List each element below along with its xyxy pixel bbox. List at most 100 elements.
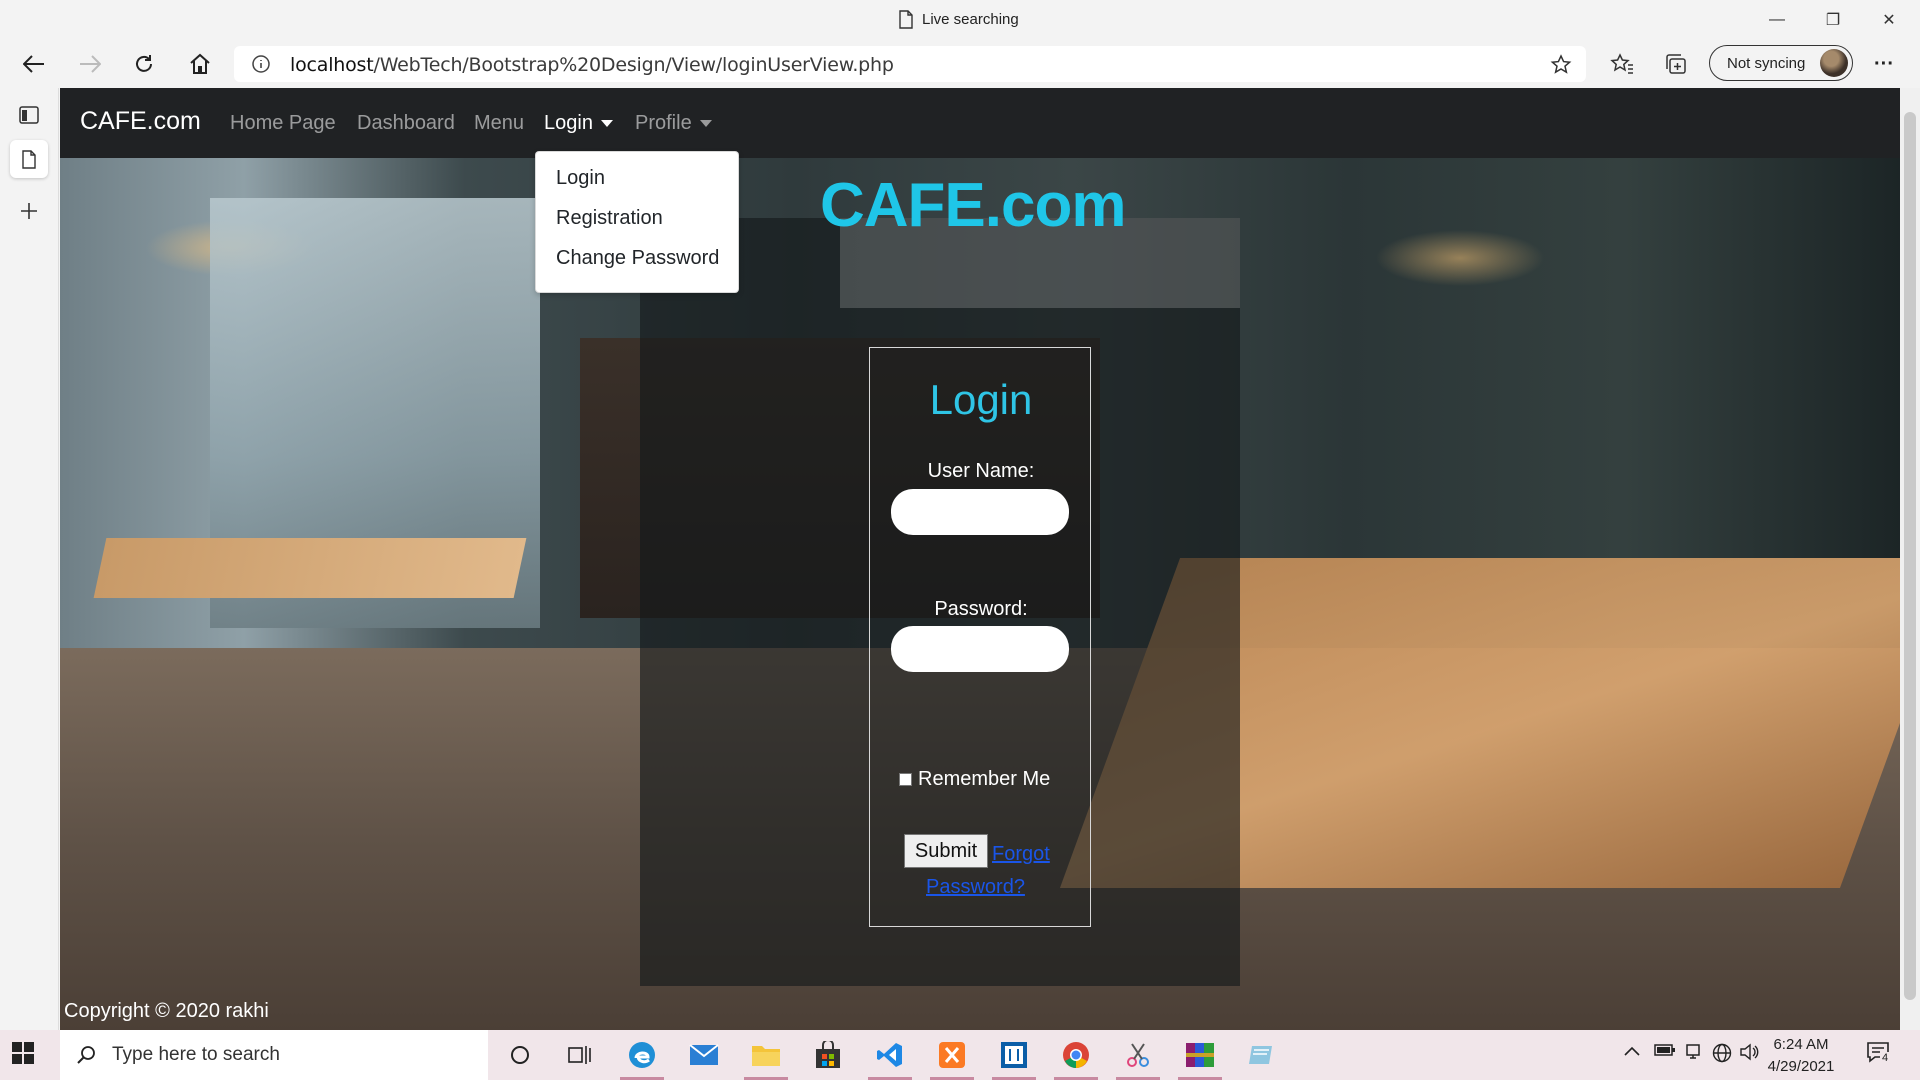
folder-icon xyxy=(752,1046,780,1066)
notification-count: 4 xyxy=(1880,1052,1891,1064)
taskbar-winrar[interactable] xyxy=(1184,1039,1216,1071)
nav-dashboard[interactable]: Dashboard xyxy=(357,112,455,135)
device-button[interactable] xyxy=(1684,1043,1702,1066)
minimize-button[interactable]: — xyxy=(1754,6,1800,34)
restore-button[interactable]: ❐ xyxy=(1810,6,1856,34)
taskbar-chrome[interactable] xyxy=(1060,1039,1092,1071)
back-button[interactable] xyxy=(16,48,52,80)
taskbar-xampp[interactable] xyxy=(936,1039,968,1071)
taskbar-vscode[interactable] xyxy=(874,1039,906,1071)
edge-icon xyxy=(629,1042,655,1068)
winrar-books-icon xyxy=(1186,1043,1214,1067)
taskbar-edge[interactable] xyxy=(626,1039,658,1071)
url-path: /WebTech/Bootstrap%20Design/View/loginUs… xyxy=(373,54,894,76)
dropdown-item-registration[interactable]: Registration xyxy=(556,207,663,230)
nav-profile-label: Profile xyxy=(635,112,692,134)
page-icon xyxy=(22,149,36,169)
dropdown-item-login[interactable]: Login xyxy=(556,167,605,190)
show-hidden-icons-button[interactable] xyxy=(1624,1043,1640,1061)
tab-actions-button[interactable] xyxy=(10,96,48,134)
nav-menu[interactable]: Menu xyxy=(474,112,524,135)
caret-down-icon xyxy=(699,120,712,127)
username-input[interactable] xyxy=(891,489,1069,535)
bg-table-left xyxy=(93,538,527,598)
plus-icon xyxy=(21,203,37,219)
vertical-tab-sidebar xyxy=(0,88,59,1030)
site-brand[interactable]: CAFE.com xyxy=(80,107,201,136)
collections-icon xyxy=(1666,54,1686,74)
tab-actions-icon xyxy=(19,106,39,124)
sync-status-button[interactable]: Not syncing xyxy=(1709,45,1853,81)
page-scrollbar[interactable] xyxy=(1900,88,1920,1030)
site-footer: Copyright © 2020 rakhi xyxy=(64,1000,269,1022)
home-icon xyxy=(190,53,210,74)
address-bar[interactable]: localhost/WebTech/Bootstrap%20Design/Vie… xyxy=(234,46,1586,82)
login-form: Login User Name: Password: Remember Me S… xyxy=(869,347,1091,927)
taskbar-file-explorer[interactable] xyxy=(750,1039,782,1071)
page-icon xyxy=(899,10,913,29)
favorites-icon xyxy=(1610,53,1633,74)
browser-titlebar: Live searching — ❐ ✕ xyxy=(0,0,1920,40)
favorites-button[interactable] xyxy=(1604,48,1640,80)
password-label: Password: xyxy=(934,598,1028,620)
new-tab-button[interactable] xyxy=(10,192,48,230)
taskbar-app-bracket[interactable] xyxy=(998,1039,1030,1071)
forgot-password-link[interactable]: Forgot Password? xyxy=(926,838,1076,904)
info-icon[interactable] xyxy=(252,55,270,73)
device-icon xyxy=(1686,1044,1700,1059)
taskbar-mail[interactable] xyxy=(688,1039,720,1071)
login-heading: Login xyxy=(929,376,1033,423)
taskbar-search-box[interactable]: Type here to search xyxy=(60,1030,488,1080)
url-text[interactable]: localhost/WebTech/Bootstrap%20Design/Vie… xyxy=(290,54,894,76)
nav-home-page[interactable]: Home Page xyxy=(230,112,336,135)
action-center-button[interactable]: 4 xyxy=(1866,1040,1891,1069)
tab-title-label: Live searching xyxy=(922,11,1019,28)
windows-taskbar: Type here to search 6:24 AM 4/29/2021 4 xyxy=(0,1030,1920,1080)
tab-title[interactable]: Live searching xyxy=(898,10,1019,29)
nav-profile-dropdown[interactable]: Profile xyxy=(635,112,712,135)
taskbar-snip-app[interactable] xyxy=(1122,1039,1154,1071)
close-window-button[interactable]: ✕ xyxy=(1866,6,1912,34)
nav-login-label: Login xyxy=(544,112,593,134)
forward-button[interactable] xyxy=(72,48,108,80)
scrollbar-thumb[interactable] xyxy=(1904,112,1916,1000)
password-input[interactable] xyxy=(891,626,1069,672)
taskbar-store[interactable] xyxy=(812,1039,844,1071)
start-button[interactable] xyxy=(12,1042,48,1068)
remember-me-label: Remember Me xyxy=(918,768,1051,790)
battery-icon xyxy=(1654,1044,1675,1056)
profile-avatar xyxy=(1820,49,1848,77)
sync-label: Not syncing xyxy=(1727,54,1806,72)
task-view-button[interactable] xyxy=(564,1039,596,1071)
home-button[interactable] xyxy=(182,48,218,80)
remember-me-checkbox[interactable] xyxy=(899,773,912,786)
chrome-icon xyxy=(1063,1042,1089,1068)
username-label: User Name: xyxy=(927,460,1035,482)
browser-toolbar: localhost/WebTech/Bootstrap%20Design/Vie… xyxy=(0,40,1920,88)
network-button[interactable] xyxy=(1712,1043,1732,1068)
cortana-button[interactable] xyxy=(504,1039,536,1071)
login-dropdown-menu: Login Registration Change Password xyxy=(535,151,739,293)
chevron-up-icon xyxy=(1624,1046,1640,1056)
settings-more-button[interactable]: ··· xyxy=(1866,48,1902,80)
bracket-app-icon xyxy=(1001,1042,1027,1068)
remember-me-row: Remember Me xyxy=(899,768,1050,791)
sidebar-tab-current[interactable] xyxy=(10,140,48,178)
nav-login-dropdown[interactable]: Login xyxy=(544,112,613,135)
dropdown-item-change-password[interactable]: Change Password xyxy=(556,247,719,270)
taskbar-clock[interactable]: 6:24 AM 4/29/2021 xyxy=(1756,1034,1846,1078)
taskbar-notes-app[interactable] xyxy=(1246,1039,1278,1071)
windows-logo-icon xyxy=(12,1042,34,1064)
caret-down-icon xyxy=(600,120,613,127)
globe-icon xyxy=(1712,1043,1732,1063)
collections-button[interactable] xyxy=(1658,48,1694,80)
refresh-button[interactable] xyxy=(126,48,162,80)
notes-icon xyxy=(1249,1046,1272,1064)
forward-arrow-icon xyxy=(80,55,101,73)
clock-date: 4/29/2021 xyxy=(1767,1058,1835,1075)
vscode-icon xyxy=(877,1043,902,1067)
battery-button[interactable] xyxy=(1654,1043,1676,1062)
back-arrow-icon xyxy=(23,55,44,73)
add-favorite-icon[interactable] xyxy=(1550,54,1572,76)
nav-dashboard-label: Dashboard xyxy=(357,112,455,134)
